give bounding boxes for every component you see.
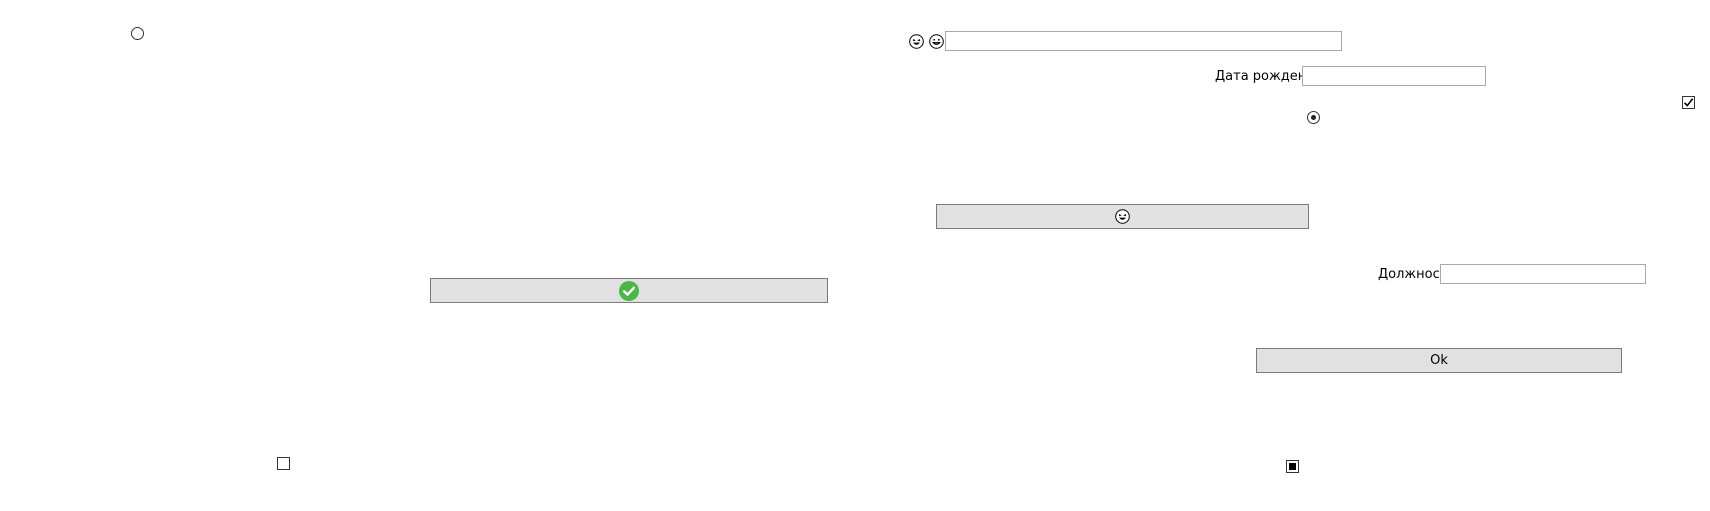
checkmark-icon [1683, 98, 1694, 107]
birth-date-input[interactable] [1302, 66, 1486, 86]
check-circle-green-icon [619, 280, 639, 301]
confirm-icon-button[interactable] [430, 278, 828, 303]
laughing-face-icon [1115, 209, 1130, 224]
indeterminate-mark [1289, 463, 1296, 470]
option-radio[interactable] [131, 27, 144, 40]
position-input[interactable] [1440, 264, 1646, 284]
top-text-input[interactable] [945, 31, 1342, 51]
ok-button[interactable]: Ok [1256, 348, 1622, 373]
checked-checkbox[interactable] [1682, 96, 1695, 109]
selected-radio[interactable] [1307, 111, 1320, 124]
option-checkbox[interactable] [277, 457, 290, 470]
grinning-face-icon [929, 34, 944, 49]
indeterminate-checkbox[interactable] [1286, 460, 1299, 473]
ok-button-label: Ok [1430, 353, 1448, 368]
radio-dot [1311, 115, 1316, 120]
emoji-button[interactable] [936, 204, 1309, 229]
laughing-face-icon [909, 34, 924, 49]
